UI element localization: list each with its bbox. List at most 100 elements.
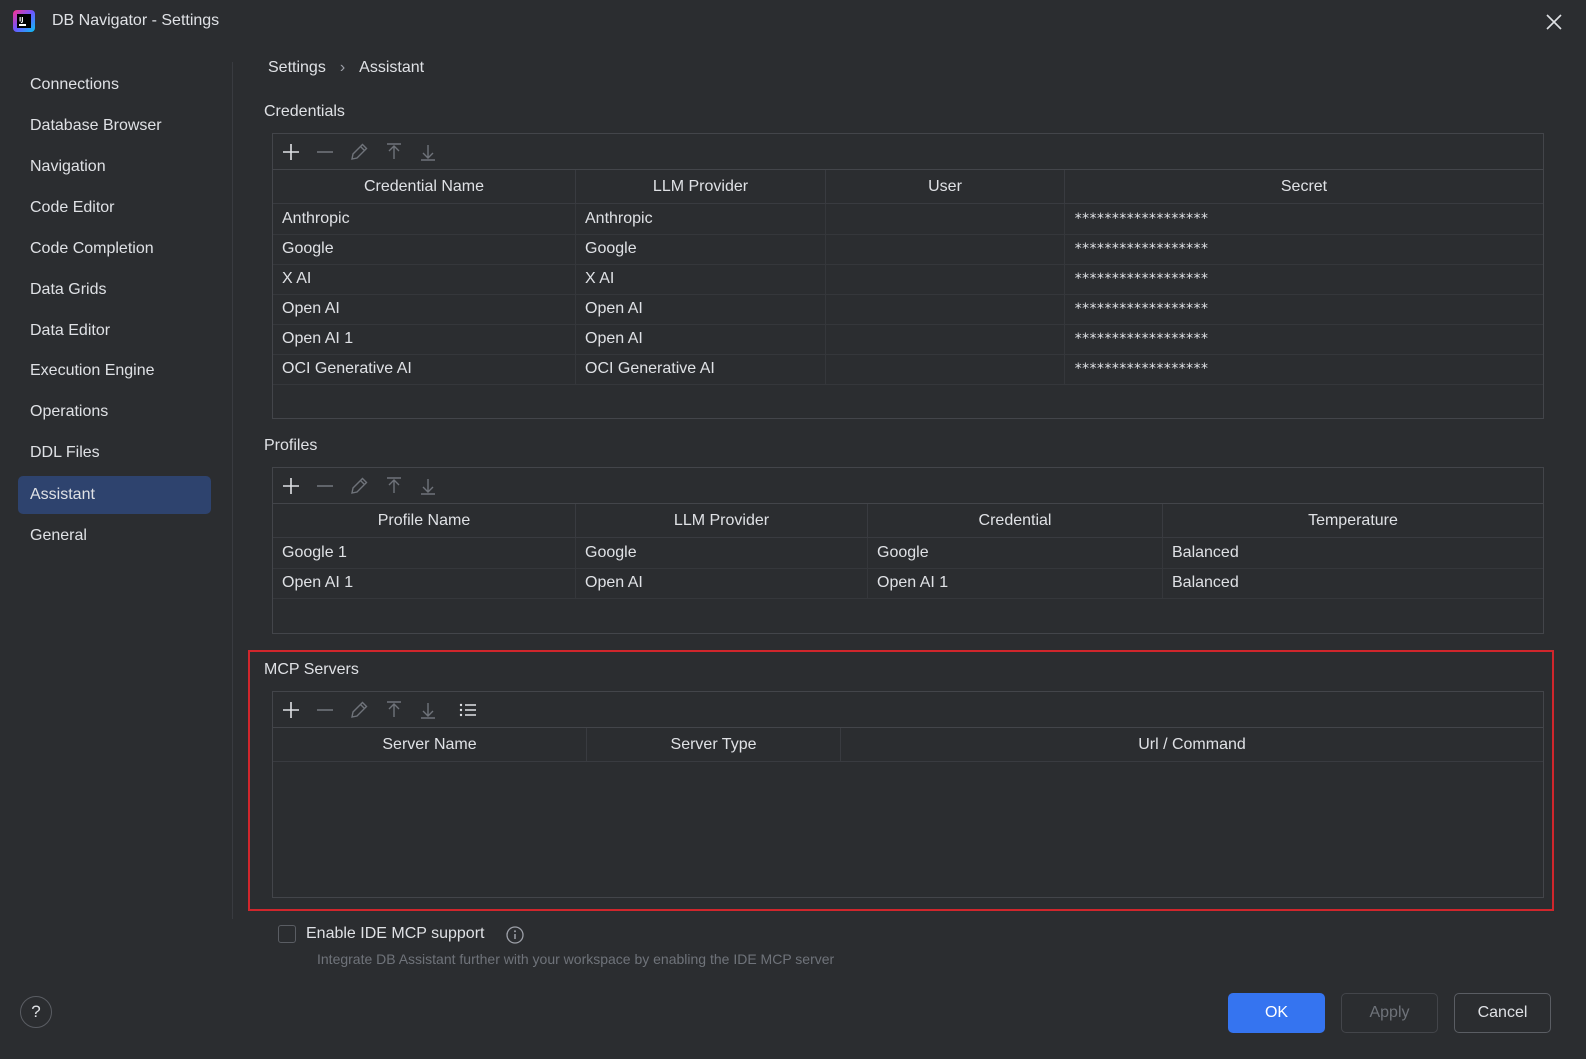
title-bar: IJ DB Navigator - Settings [0,0,1586,44]
secret-cell: ****************** [1074,301,1209,317]
sidebar-item-connections[interactable]: Connections [18,66,211,104]
credential-name-cell: Anthropic [273,204,576,234]
llm-provider-cell: Google [576,538,868,568]
plus-icon[interactable] [279,140,303,164]
breadcrumb-separator: › [339,59,346,76]
table-row[interactable]: Anthropic Anthropic ****************** [273,204,1543,235]
sidebar-item-operations[interactable]: Operations [18,393,211,431]
breadcrumb: Settings › Assistant [268,59,424,77]
column-header[interactable]: Temperature [1163,504,1543,538]
secret-cell: ****************** [1074,361,1209,377]
llm-provider-cell: Open AI [576,324,826,354]
column-header[interactable]: Profile Name [273,504,576,538]
llm-provider-cell: Open AI [576,294,826,324]
move-up-icon[interactable] [382,474,406,498]
credentials-table: Credential Name LLM Provider User Secret… [272,133,1544,419]
profiles-title: Profiles [264,437,318,454]
user-cell [826,204,1065,234]
minus-icon[interactable] [313,698,337,722]
column-header[interactable]: Server Name [273,728,587,762]
minus-icon[interactable] [313,140,337,164]
edit-icon[interactable] [347,474,371,498]
column-header[interactable]: LLM Provider [576,504,868,538]
column-header[interactable]: User [826,170,1065,204]
credentials-title: Credentials [264,103,345,120]
move-up-icon[interactable] [382,698,406,722]
sidebar-item-general[interactable]: General [18,517,211,555]
temperature-cell: Balanced [1172,574,1239,591]
credentials-toolbar [273,134,1543,170]
column-header[interactable]: Credential Name [273,170,576,204]
profiles-table: Profile Name LLM Provider Credential Tem… [272,467,1544,634]
credential-name-cell: Google [273,234,576,264]
plus-icon[interactable] [279,474,303,498]
sidebar-item-database-browser[interactable]: Database Browser [18,107,211,145]
table-row[interactable]: OCI Generative AI OCI Generative AI ****… [273,354,1543,385]
sidebar-item-data-grids[interactable]: Data Grids [18,271,211,309]
apply-button[interactable]: Apply [1341,993,1438,1033]
table-row[interactable]: Open AI 1 Open AI Open AI 1 Balanced [273,568,1543,599]
profiles-toolbar [273,468,1543,504]
table-row[interactable]: Google Google ****************** [273,234,1543,265]
sidebar-item-data-editor[interactable]: Data Editor [18,312,211,350]
move-down-icon[interactable] [416,140,440,164]
sidebar-item-navigation[interactable]: Navigation [18,148,211,186]
info-icon[interactable] [505,925,525,945]
user-cell [826,264,1065,294]
column-header[interactable]: Url / Command [841,728,1543,762]
profile-name-cell: Open AI 1 [273,568,576,598]
user-cell [826,294,1065,324]
mcp-servers-table: Server Name Server Type Url / Command [272,691,1544,898]
sidebar-item-code-editor[interactable]: Code Editor [18,189,211,227]
credential-cell: Google [868,538,1163,568]
table-row[interactable]: Open AI Open AI ****************** [273,294,1543,325]
user-cell [826,324,1065,354]
llm-provider-cell: Open AI [576,568,868,598]
credential-name-cell: Open AI 1 [273,324,576,354]
secret-cell: ****************** [1074,331,1209,347]
column-header[interactable]: LLM Provider [576,170,826,204]
plus-icon[interactable] [279,698,303,722]
column-header[interactable]: Secret [1065,170,1543,204]
table-row[interactable]: Google 1 Google Google Balanced [273,538,1543,569]
edit-icon[interactable] [347,140,371,164]
svg-text:IJ: IJ [19,17,23,24]
column-header[interactable]: Credential [868,504,1163,538]
llm-provider-cell: X AI [576,264,826,294]
move-down-icon[interactable] [416,474,440,498]
sidebar-item-ddl-files[interactable]: DDL Files [18,434,211,472]
list-icon[interactable] [456,698,480,722]
credential-name-cell: OCI Generative AI [273,354,576,384]
llm-provider-cell: OCI Generative AI [576,354,826,384]
enable-ide-mcp-checkbox[interactable] [278,925,296,943]
secret-cell: ****************** [1074,241,1209,257]
secret-cell: ****************** [1074,211,1209,227]
column-header[interactable]: Server Type [587,728,841,762]
settings-sidebar: Connections Database Browser Navigation … [0,62,233,919]
profile-name-cell: Google 1 [273,538,576,568]
sidebar-item-execution-engine[interactable]: Execution Engine [18,352,211,390]
secret-cell: ****************** [1074,271,1209,287]
profiles-header: Profile Name LLM Provider Credential Tem… [273,504,1543,538]
sidebar-item-code-completion[interactable]: Code Completion [18,230,211,268]
user-cell [826,234,1065,264]
cancel-button[interactable]: Cancel [1454,993,1551,1033]
user-cell [826,354,1065,384]
table-row[interactable]: Open AI 1 Open AI ****************** [273,324,1543,355]
help-button[interactable]: ? [20,996,52,1028]
minus-icon[interactable] [313,474,337,498]
table-row[interactable]: X AI X AI ****************** [273,264,1543,295]
sidebar-item-assistant[interactable]: Assistant [18,476,211,514]
credential-name-cell: Open AI [273,294,576,324]
llm-provider-cell: Google [576,234,826,264]
ide-mcp-description: Integrate DB Assistant further with your… [317,951,835,967]
enable-ide-mcp-label[interactable]: Enable IDE MCP support [306,925,484,943]
edit-icon[interactable] [347,698,371,722]
close-icon[interactable] [1542,10,1566,34]
ok-button[interactable]: OK [1228,993,1325,1033]
credentials-header: Credential Name LLM Provider User Secret [273,170,1543,204]
move-up-icon[interactable] [382,140,406,164]
window-title: DB Navigator - Settings [52,12,220,29]
move-down-icon[interactable] [416,698,440,722]
breadcrumb-root[interactable]: Settings [268,59,326,76]
